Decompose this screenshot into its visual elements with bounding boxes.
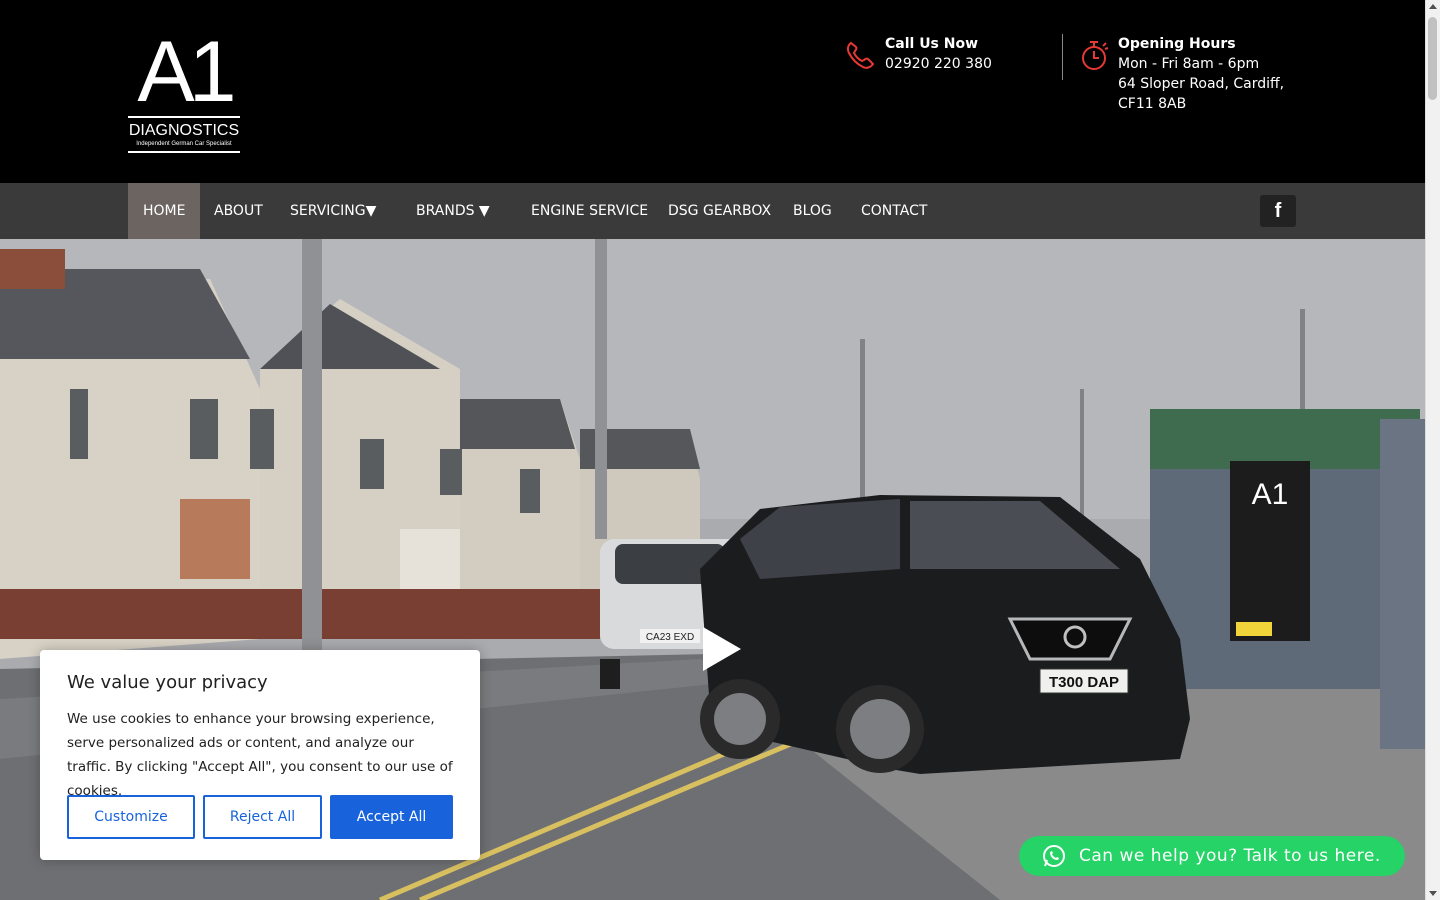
reject-all-button[interactable]: Reject All bbox=[203, 795, 322, 839]
site-logo[interactable]: A1 DIAGNOSTICS Independent German Car Sp… bbox=[128, 24, 240, 154]
rear-car-plate: CA23 EXD bbox=[646, 632, 694, 643]
whatsapp-icon bbox=[1043, 845, 1065, 867]
cookie-consent-banner: We value your privacy We use cookies to … bbox=[40, 650, 480, 860]
phone-icon bbox=[845, 40, 875, 76]
nav-dsg-gearbox[interactable]: DSG GEARBOX bbox=[668, 183, 771, 239]
nav-brands[interactable]: BRANDS ▼ bbox=[416, 183, 490, 239]
address-line2: CF11 8AB bbox=[1118, 96, 1187, 112]
hours-text: Mon - Fri 8am - 6pm bbox=[1118, 56, 1260, 72]
nav-engine-service[interactable]: ENGINE SERVICE bbox=[531, 183, 648, 239]
nav-about[interactable]: ABOUT bbox=[214, 183, 263, 239]
whatsapp-chat-button[interactable]: Can we help you? Talk to us here. bbox=[1019, 836, 1405, 876]
scroll-thumb[interactable] bbox=[1428, 17, 1437, 100]
facebook-icon[interactable]: f bbox=[1260, 195, 1296, 227]
nav-blog[interactable]: BLOG bbox=[793, 183, 832, 239]
page-scrollbar[interactable] bbox=[1425, 0, 1440, 900]
call-title: Call Us Now bbox=[885, 36, 979, 52]
scroll-down-icon[interactable] bbox=[1429, 891, 1437, 896]
opening-hours-block: Opening Hours Mon - Fri 8am - 6pm 64 Slo… bbox=[1062, 34, 1302, 112]
hours-title: Opening Hours bbox=[1118, 36, 1236, 52]
sign-logo-text: A1 bbox=[1252, 478, 1289, 511]
site-header: A1 DIAGNOSTICS Independent German Car Sp… bbox=[0, 0, 1425, 183]
main-nav: HOME ABOUT SERVICING▼ BRANDS ▼ ENGINE SE… bbox=[0, 183, 1425, 239]
phone-number[interactable]: 02920 220 380 bbox=[885, 54, 1045, 74]
scroll-up-icon[interactable] bbox=[1429, 4, 1437, 9]
nav-home[interactable]: HOME bbox=[128, 183, 201, 239]
address-line1: 64 Sloper Road, Cardiff, bbox=[1118, 76, 1285, 92]
nav-servicing[interactable]: SERVICING▼ bbox=[290, 183, 376, 239]
cookie-text: We use cookies to enhance your browsing … bbox=[67, 711, 453, 799]
accept-all-button[interactable]: Accept All bbox=[330, 795, 453, 839]
cookie-title: We value your privacy bbox=[67, 672, 268, 693]
stopwatch-icon bbox=[1081, 40, 1109, 78]
logo-tagline: Independent German Car Specialist bbox=[128, 140, 240, 153]
whatsapp-label: Can we help you? Talk to us here. bbox=[1079, 846, 1381, 866]
front-car-plate: T300 DAP bbox=[1049, 674, 1119, 691]
play-icon[interactable] bbox=[701, 625, 743, 673]
customize-button[interactable]: Customize bbox=[67, 795, 195, 839]
logo-mark: A1 bbox=[137, 24, 236, 120]
nav-contact[interactable]: CONTACT bbox=[861, 183, 927, 239]
